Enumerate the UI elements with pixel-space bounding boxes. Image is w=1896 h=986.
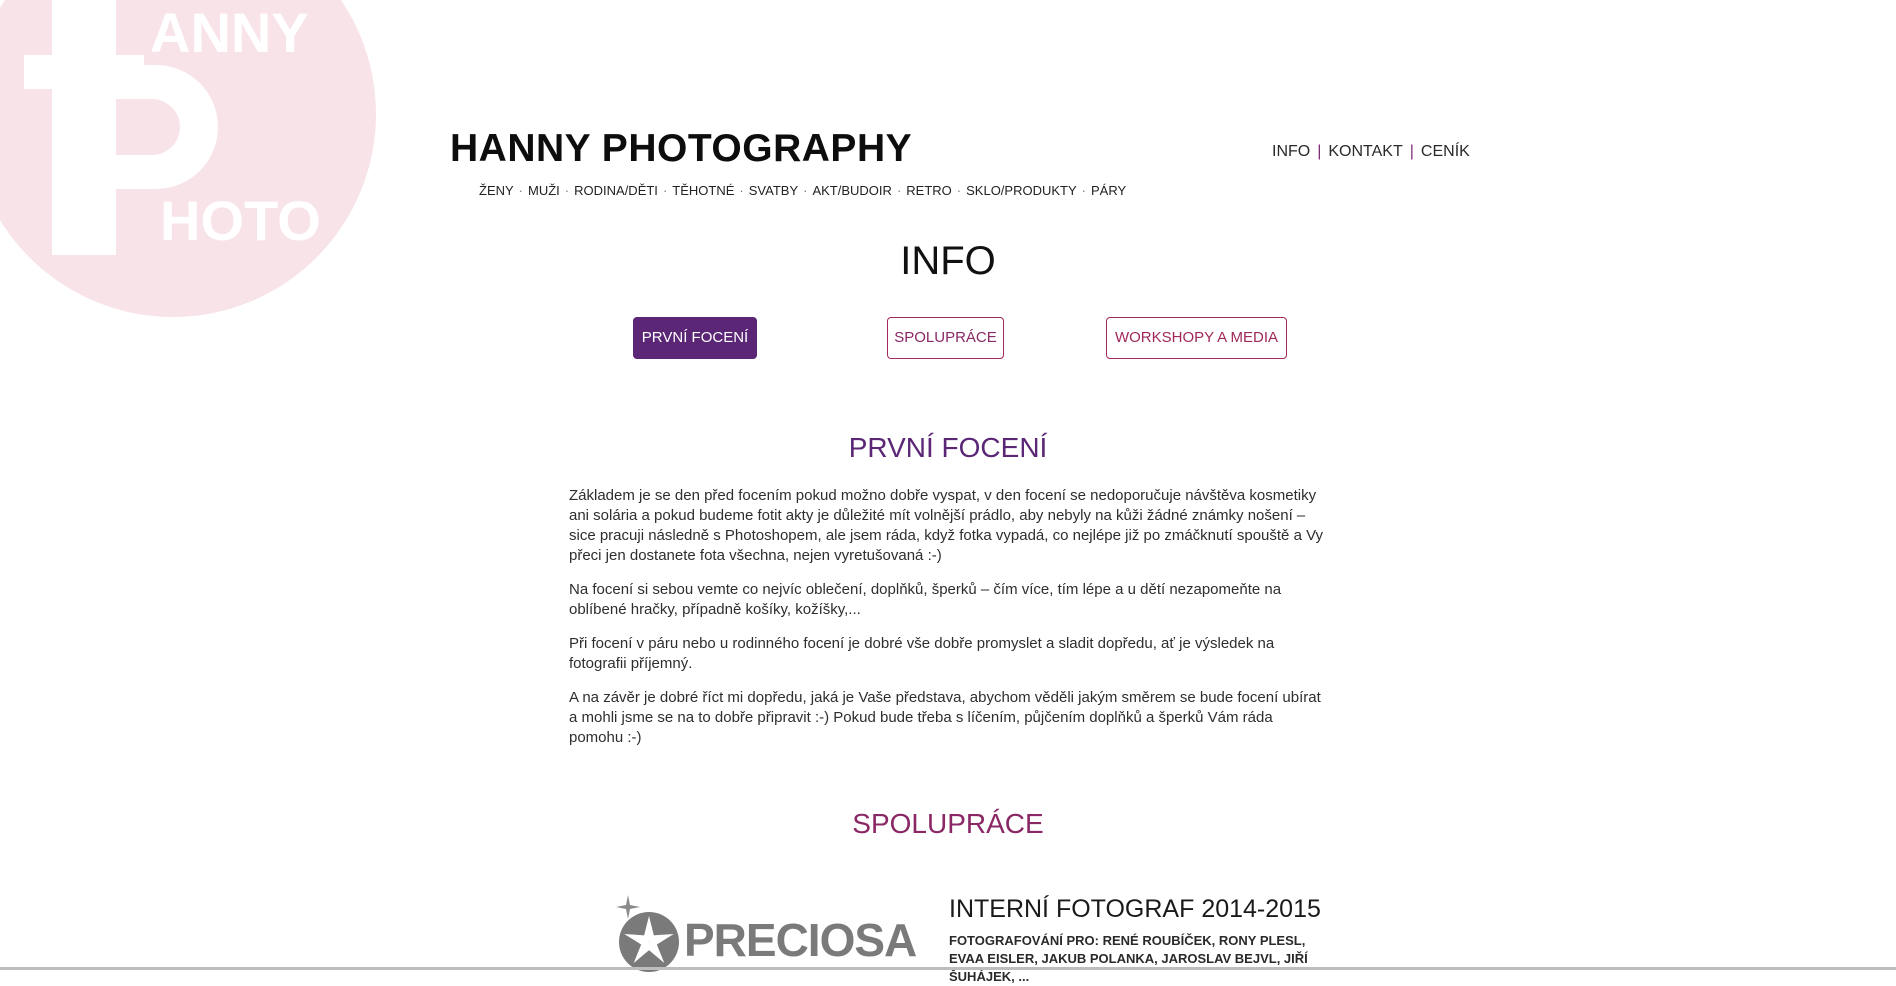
- category-separator: ·: [956, 183, 962, 198]
- paragraph: Při focení v páru nebo u rodinného focen…: [569, 635, 1275, 672]
- section-heading-first-shoot: PRVNÍ FOCENÍ: [848, 432, 1048, 463]
- category-separator: ·: [564, 183, 570, 198]
- preciosa-logo-text: PRECIOSA: [684, 914, 917, 966]
- job-title: INTERNÍ FOTOGRAF 2014-2015: [949, 895, 1321, 923]
- category-separator: ·: [803, 183, 808, 198]
- top-nav-cenik-link[interactable]: CENÍK: [1421, 143, 1470, 160]
- category-separator: ·: [1081, 183, 1086, 198]
- paragraph: Na focení si sebou vemte co nejvíc obleč…: [569, 581, 1282, 618]
- tab-spoluprace[interactable]: SPOLUPRÁCE: [887, 317, 1004, 359]
- category-link-pary[interactable]: PÁRY: [1091, 183, 1126, 198]
- job-description: FOTOGRAFOVÁNÍ PRO: RENÉ ROUBÍČEK, RONY P…: [949, 933, 1308, 984]
- category-separator: ·: [518, 183, 524, 198]
- category-separator: ·: [896, 183, 902, 198]
- category-link-sklo-produkty[interactable]: SKLO/PRODUKTY: [966, 183, 1077, 198]
- paragraph: A na závěr je dobré říct mi dopředu, jak…: [569, 689, 1321, 746]
- site-title[interactable]: HANNY PHOTOGRAPHY: [450, 126, 912, 172]
- category-link-rodina-deti[interactable]: RODINA/DĚTI: [574, 183, 658, 198]
- category-separator: ·: [662, 183, 668, 198]
- top-nav-separator: |: [1409, 143, 1414, 160]
- logo-top-text: ANNY: [150, 1, 309, 64]
- tab-workshopy-a-media[interactable]: WORKSHOPY A MEDIA: [1106, 317, 1287, 359]
- tab-prvni-foceni[interactable]: PRVNÍ FOCENÍ: [633, 317, 757, 359]
- category-link-akt-budoir[interactable]: AKT/BUDOIR: [812, 183, 891, 198]
- category-link-muzi[interactable]: MUŽI: [528, 183, 560, 198]
- top-nav-info-link[interactable]: INFO: [1272, 143, 1310, 160]
- top-nav-separator: |: [1317, 143, 1322, 160]
- category-link-retro[interactable]: RETRO: [906, 183, 952, 198]
- paragraph: Základem je se den před focením pokud mo…: [569, 487, 1324, 564]
- category-nav: ŽENY · MUŽI · RODINA/DĚTI · TĚHOTNÉ · SVATBY · AKT…: [479, 183, 1126, 198]
- section-heading-cooperation: SPOLUPRÁCE: [852, 808, 1044, 839]
- category-link-zeny[interactable]: ŽENY: [479, 183, 514, 198]
- top-nav-kontakt-link[interactable]: KONTAKT: [1328, 143, 1402, 160]
- category-link-svatby[interactable]: SVATBY: [749, 183, 798, 198]
- category-separator: ·: [739, 183, 744, 198]
- top-nav: INFO | KONTAKT | CENÍK: [1272, 143, 1470, 161]
- first-shoot-text: Základem je se den před focením pokud mo…: [569, 486, 1331, 762]
- category-link-tehotne[interactable]: TĚHOTNÉ: [672, 183, 734, 198]
- page-title: INFO: [900, 239, 996, 283]
